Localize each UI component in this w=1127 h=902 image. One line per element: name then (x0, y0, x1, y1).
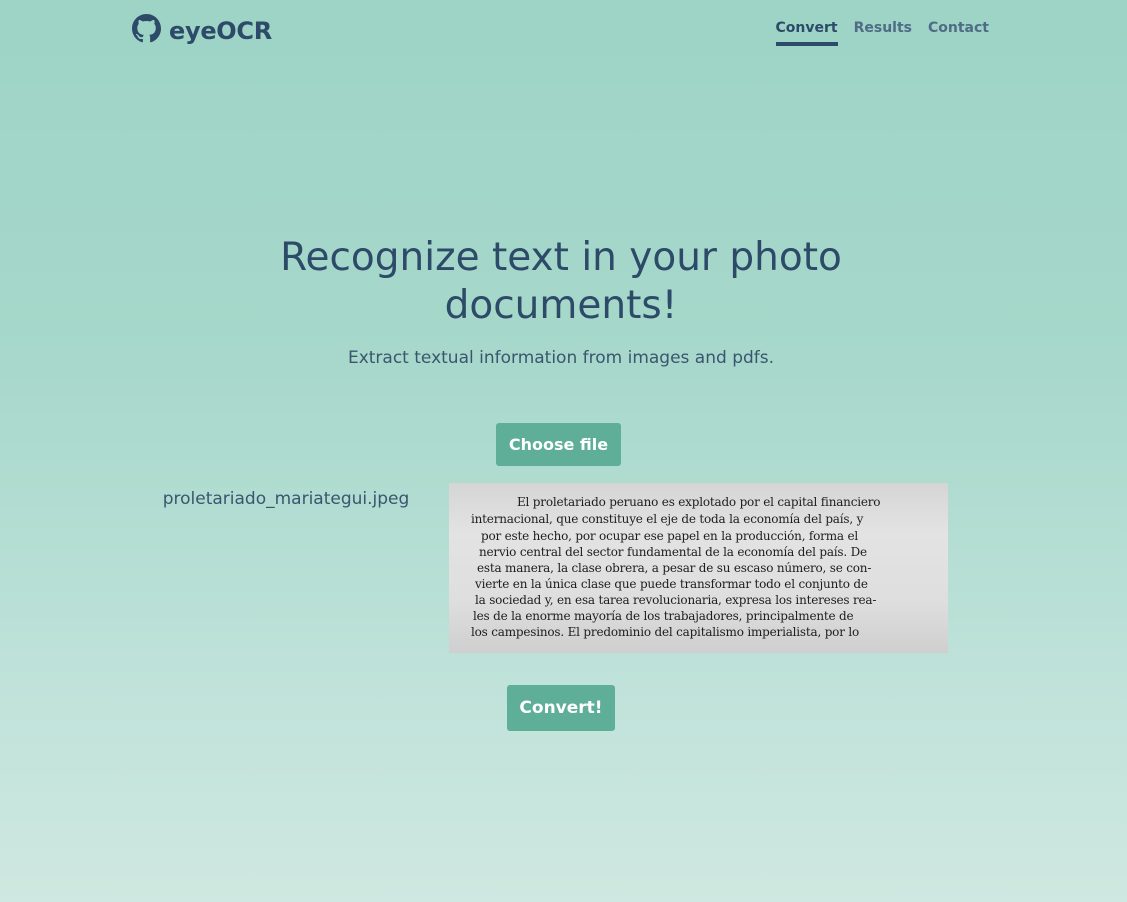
page-title: Recognize text in your photo documents! (0, 234, 1122, 330)
preview-line-9: los campesinos. El predominio del capita… (471, 625, 860, 639)
selected-file-name: proletariado_mariategui.jpeg (162, 489, 410, 509)
nav-convert[interactable]: Convert (775, 20, 838, 46)
nav-results[interactable]: Results (854, 20, 912, 46)
page-title-line-2: documents! (444, 283, 678, 328)
nav-links: Convert Results Contact (775, 20, 989, 46)
brand-name: eyeOCR (169, 16, 272, 45)
brand-link[interactable]: eyeOCR (132, 14, 272, 45)
preview-line-1: El proletariado peruano es explotado por… (517, 495, 881, 509)
preview-line-8: les de la enorme mayoría de los trabajad… (473, 609, 854, 623)
image-preview: El proletariado peruano es explotado por… (449, 483, 948, 653)
nav-contact[interactable]: Contact (928, 20, 989, 46)
preview-line-2: internacional, que constituye el eje de … (471, 512, 864, 526)
github-icon (132, 14, 161, 43)
choose-file-button[interactable]: Choose file (496, 423, 621, 466)
preview-line-4: nervio central del sector fundamental de… (479, 545, 867, 559)
preview-line-3: por este hecho, por ocupar ese papel en … (481, 529, 859, 543)
convert-button[interactable]: Convert! (507, 685, 615, 731)
page-title-line-1: Recognize text in your photo (280, 235, 842, 280)
preview-line-5: esta manera, la clase obrera, a pesar de… (477, 561, 872, 575)
navbar: eyeOCR Convert Results Contact (0, 0, 1127, 70)
preview-line-6: vierte en la única clase que puede trans… (475, 577, 868, 591)
preview-line-7: la sociedad y, en esa tarea revolucionar… (475, 593, 877, 607)
page-subtitle: Extract textual information from images … (347, 348, 775, 368)
